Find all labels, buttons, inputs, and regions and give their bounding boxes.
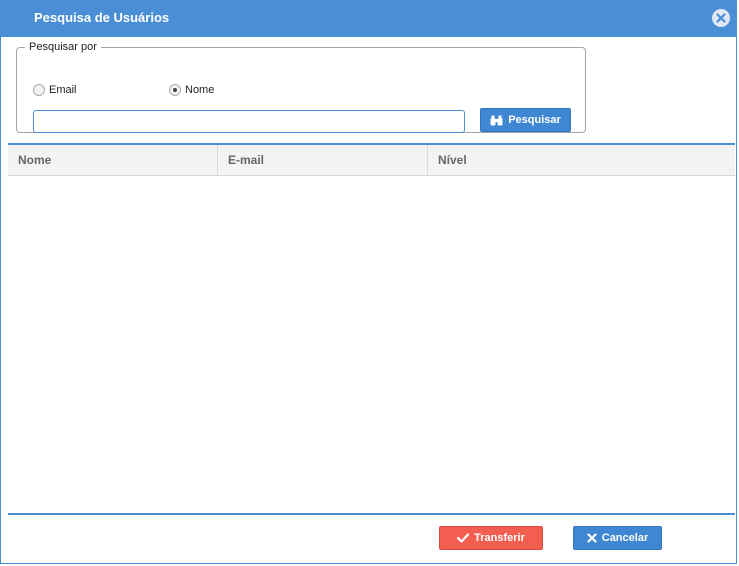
search-input[interactable] [33,110,465,133]
column-header-email[interactable]: E-mail [218,145,428,175]
radio-nome-label: Nome [185,84,215,96]
search-button[interactable]: Pesquisar [480,108,571,132]
close-button[interactable] [712,9,730,27]
check-icon [457,533,470,543]
cancel-button-label: Cancelar [601,532,649,544]
x-icon [587,533,597,543]
search-button-label: Pesquisar [508,114,561,126]
radio-email[interactable]: Email [33,84,77,96]
dialog-title: Pesquisa de Usuários [34,10,170,25]
search-by-fieldset: Pesquisar por Email Nome Pesquisar [16,41,586,133]
user-search-dialog: Pesquisa de Usuários Pesquisar por Email… [0,0,737,564]
grid-header: Nome E-mail Nível [8,145,735,176]
transfer-button-label: Transferir [474,532,525,544]
close-icon [716,13,726,23]
column-header-nivel[interactable]: Nível [428,145,733,175]
radio-nome[interactable]: Nome [169,84,214,96]
radio-email-dot[interactable] [33,84,45,96]
radio-nome-dot[interactable] [169,84,181,96]
users-grid: Nome E-mail Nível [8,143,735,515]
search-by-legend: Pesquisar por [29,41,97,53]
cancel-button[interactable]: Cancelar [573,526,662,550]
dialog-titlebar: Pesquisa de Usuários [1,1,736,37]
transfer-button[interactable]: Transferir [439,526,543,550]
column-header-nome[interactable]: Nome [8,145,218,175]
binoculars-icon [490,115,503,125]
radio-email-label: Email [49,84,77,96]
